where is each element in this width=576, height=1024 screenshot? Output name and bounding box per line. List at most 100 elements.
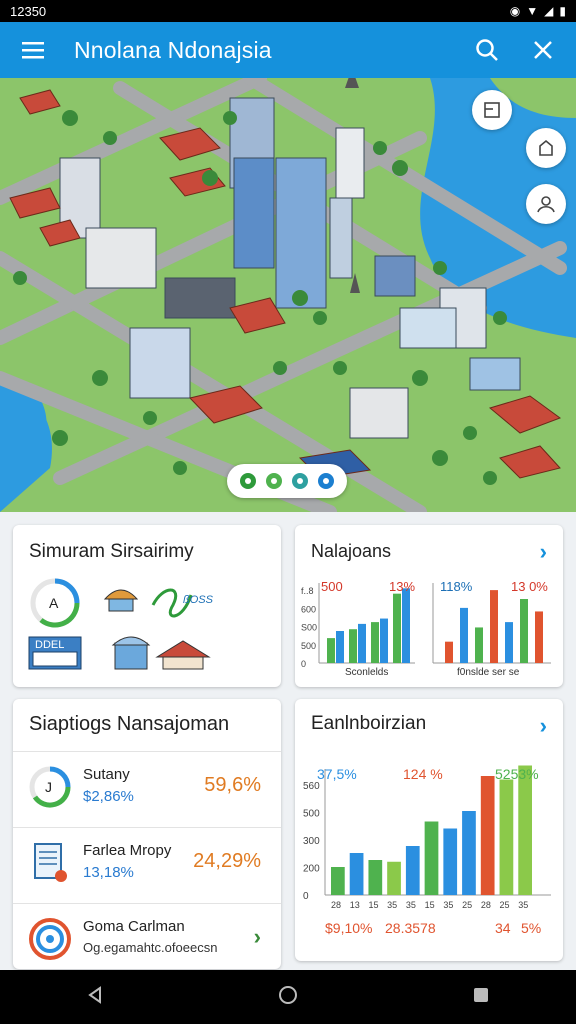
city-map[interactable] xyxy=(0,78,576,512)
y-tick-label: 600 xyxy=(301,604,316,614)
left-chart-caption: Sconlelds xyxy=(345,667,389,678)
bar xyxy=(358,623,366,663)
right-chart-caption: f0nslde ser se xyxy=(457,667,520,678)
gauge-letter: A xyxy=(49,595,59,611)
status-bar: 12350 ◉ ▼ ◢ ▮ xyxy=(0,0,576,22)
trend-chart: 560 500 300 200 0 28 13 15 35 35 15 35 25 28 25 35 37,5%… xyxy=(303,765,551,936)
list-card-title: Siaptiogs Nansajoman xyxy=(29,713,230,735)
bar xyxy=(443,828,458,895)
ring-letter: J xyxy=(45,779,52,795)
x-tick-label: 35 xyxy=(406,900,416,910)
bar xyxy=(462,811,476,895)
x-tick-label: 15 xyxy=(368,900,378,910)
x-tick-label: 13 xyxy=(350,900,360,910)
left-chart-label-right: 13% xyxy=(389,579,416,594)
layers-button[interactable] xyxy=(472,90,512,130)
row-subtitle: 13,18% xyxy=(83,864,134,881)
y-tick-label: 200 xyxy=(303,864,320,875)
data-label: $9,10% xyxy=(325,920,372,936)
bar xyxy=(336,631,344,663)
bar xyxy=(331,867,345,895)
home-circle-icon[interactable] xyxy=(277,984,299,1011)
row-value: 59,6% xyxy=(204,774,261,796)
back-icon[interactable] xyxy=(86,985,104,1009)
search-icon[interactable] xyxy=(472,35,502,65)
bar xyxy=(349,629,357,663)
sign-text: DDEL xyxy=(35,639,65,651)
pager-dot-1[interactable] xyxy=(240,473,256,489)
row-value: 24,29% xyxy=(193,850,261,872)
bar xyxy=(460,607,468,663)
bar xyxy=(490,590,498,663)
location-icon: ◉ xyxy=(509,4,521,18)
document-icon xyxy=(34,843,67,882)
list-card[interactable]: Siaptiogs Nansajoman J Sutany $2,86% 59,… xyxy=(13,699,281,969)
bar xyxy=(445,641,453,663)
pager-dot-3[interactable] xyxy=(292,473,308,489)
pager-dot-2[interactable] xyxy=(266,473,282,489)
swirl-logo-icon xyxy=(29,918,71,960)
bar xyxy=(499,779,514,895)
wifi-icon: ▼ xyxy=(526,4,539,18)
y-tick-label: 300 xyxy=(303,836,320,847)
row-subtitle: $2,86% xyxy=(83,788,134,805)
data-label: 37,5% xyxy=(317,766,357,782)
trend-card[interactable]: Eanlnboirzian › 560 500 300 200 0 28 13 15 35 35 1… xyxy=(295,699,563,961)
home-button[interactable] xyxy=(526,128,566,168)
x-tick-label: 35 xyxy=(518,900,528,910)
y-tick-label: 500 xyxy=(301,641,316,651)
row-subtitle: Og.egamahtc.ofoeecsn xyxy=(83,940,218,955)
bar xyxy=(535,611,543,663)
profile-button[interactable] xyxy=(526,184,566,224)
summary-card[interactable]: Simuram Sirsairimy A ßOSS DDEL xyxy=(13,525,281,687)
analytics-card[interactable]: Nalajoans › f..8 600 S00 500 0 500 13% Sconl… xyxy=(295,525,563,687)
row-title: Goma Carlman xyxy=(83,918,185,935)
data-label: 28.3578 xyxy=(385,920,436,936)
x-tick-label: 35 xyxy=(443,900,453,910)
menu-icon[interactable] xyxy=(18,35,48,65)
bar xyxy=(402,588,410,663)
list-item[interactable]: J Sutany $2,86% 59,6% xyxy=(13,751,281,828)
dome-building-icon xyxy=(103,589,139,612)
app-title: Nnolana Ndonajsia xyxy=(74,36,272,63)
data-label: 5253% xyxy=(495,766,539,782)
y-tick-label: 0 xyxy=(301,659,306,669)
analytics-charts: f..8 600 S00 500 0 xyxy=(301,583,551,669)
bar xyxy=(387,861,401,895)
list-item[interactable]: Farlea Mropy 13,18% 24,29% xyxy=(13,827,281,904)
bar xyxy=(368,860,383,895)
recents-icon[interactable] xyxy=(472,986,490,1009)
bar xyxy=(371,622,379,663)
signal-icon: ◢ xyxy=(544,4,554,18)
chevron-right-icon[interactable]: › xyxy=(254,924,261,950)
app-bar: Nnolana Ndonajsia xyxy=(0,22,576,78)
bar xyxy=(349,853,364,895)
pager-dot-4[interactable] xyxy=(318,473,334,489)
data-label: 5% xyxy=(521,920,541,936)
bar xyxy=(327,638,335,663)
close-icon[interactable] xyxy=(528,35,558,65)
data-label: 124 % xyxy=(403,766,443,782)
list-item[interactable]: Goma Carlman Og.egamahtc.ofoeecsn › xyxy=(13,903,281,969)
status-icons: ◉ ▼ ◢ ▮ xyxy=(510,4,566,18)
logo-text: ßOSS xyxy=(183,594,213,606)
bar xyxy=(393,593,401,663)
bar xyxy=(518,765,532,895)
row-title: Sutany xyxy=(83,766,130,783)
y-tick-label: 500 xyxy=(303,809,320,820)
x-tick-label: 25 xyxy=(462,900,472,910)
x-tick-label: 28 xyxy=(481,900,491,910)
status-time: 12350 xyxy=(10,3,47,19)
right-chart-label-left: 118% xyxy=(440,579,473,594)
x-tick-label: 28 xyxy=(331,900,341,910)
bar xyxy=(424,821,439,895)
house-icon xyxy=(155,640,211,670)
bar xyxy=(380,618,388,663)
x-tick-label: 35 xyxy=(387,900,397,910)
x-tick-label: 15 xyxy=(425,900,435,910)
battery-icon: ▮ xyxy=(559,4,566,18)
bar xyxy=(480,776,495,895)
y-tick-label: 0 xyxy=(303,891,309,902)
y-tick-label: 560 xyxy=(303,781,320,792)
map-pager[interactable] xyxy=(227,464,347,498)
